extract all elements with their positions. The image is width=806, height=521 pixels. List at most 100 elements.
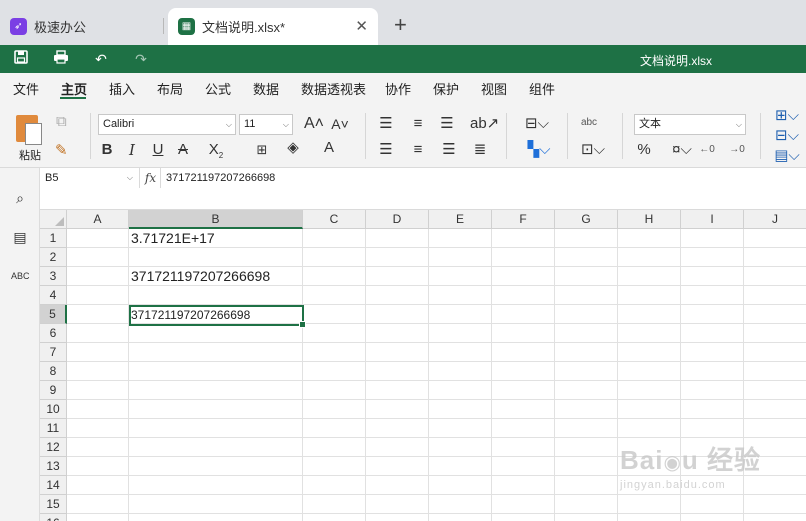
row-header-16[interactable]: 16 xyxy=(40,514,67,521)
increase-decimal-icon[interactable]: ←0 xyxy=(698,141,716,159)
row-header-12[interactable]: 12 xyxy=(40,438,67,457)
orientation-icon[interactable]: ab↗ xyxy=(470,115,499,133)
align-bottom-icon: ☰ xyxy=(440,115,454,132)
menu-insert[interactable]: 插入 xyxy=(109,79,135,98)
justify-icon[interactable]: ≣ xyxy=(471,141,489,159)
row-header-4[interactable]: 4 xyxy=(40,286,67,305)
delete-cells-icon[interactable]: ⊟⌵ xyxy=(774,127,800,145)
column-header-a[interactable]: A xyxy=(67,210,129,229)
row-header-14[interactable]: 14 xyxy=(40,476,67,495)
percent-icon[interactable]: % xyxy=(636,141,652,159)
column-header-i[interactable]: I xyxy=(681,210,744,229)
font-name-select[interactable]: Calibri ⌵ xyxy=(98,114,236,135)
grid-line xyxy=(67,418,806,419)
subscript-icon[interactable]: X2 xyxy=(203,141,229,160)
document-title: 文档说明.xlsx xyxy=(640,54,713,68)
grid-line xyxy=(128,229,129,521)
menu-home[interactable]: 主页 xyxy=(61,79,87,98)
tab-home[interactable]: ➶ 极速办公 xyxy=(0,8,163,45)
close-icon[interactable]: ✕ xyxy=(355,17,368,35)
text-case-icon[interactable]: abc xyxy=(578,114,600,132)
merge-cells-icon[interactable]: ▚⌵ xyxy=(524,141,554,159)
grid-line xyxy=(302,229,303,521)
align-top-icon[interactable]: ☰ xyxy=(377,115,395,133)
menu-layout[interactable]: 布局 xyxy=(157,79,183,98)
rocket-icon: ➶ xyxy=(10,18,27,35)
column-header-b[interactable]: B xyxy=(129,210,303,229)
save-icon[interactable] xyxy=(12,50,30,68)
font-size-select[interactable]: 11 ⌵ xyxy=(239,114,293,135)
row-header-13[interactable]: 13 xyxy=(40,457,67,476)
row-header-1[interactable]: 1 xyxy=(40,229,67,248)
format-cells-icon[interactable]: ▤⌵ xyxy=(774,147,800,165)
undo-icon[interactable]: ↶ xyxy=(92,50,110,68)
cell-b3[interactable]: 371721197207266698 xyxy=(131,268,270,284)
function-icon[interactable]: fx xyxy=(141,168,161,188)
row-header-11[interactable]: 11 xyxy=(40,419,67,438)
row-header-15[interactable]: 15 xyxy=(40,495,67,514)
menu-plugins[interactable]: 组件 xyxy=(529,79,555,98)
column-header-h[interactable]: H xyxy=(618,210,681,229)
spellcheck-icon[interactable]: ABC xyxy=(11,267,30,285)
column-header-j[interactable]: J xyxy=(744,210,806,229)
new-tab-icon[interactable]: + xyxy=(394,12,407,38)
menu-view[interactable]: 视图 xyxy=(481,79,507,98)
align-middle-icon[interactable]: ≡ xyxy=(409,115,427,133)
align-left-icon[interactable]: ☰ xyxy=(377,141,395,159)
underline-icon[interactable]: U xyxy=(151,141,165,159)
column-header-e[interactable]: E xyxy=(429,210,492,229)
tab-separator xyxy=(163,18,164,34)
column-header-g[interactable]: G xyxy=(555,210,618,229)
active-cell-border[interactable] xyxy=(129,305,306,328)
grid-line xyxy=(67,247,806,248)
menu-data[interactable]: 数据 xyxy=(253,79,279,98)
number-format-select[interactable]: 文本 ⌵ xyxy=(634,114,746,135)
bold-icon[interactable]: B xyxy=(100,141,114,159)
menu-pivot-table[interactable]: 数据透视表 xyxy=(301,79,366,98)
row-header-5[interactable]: 5 xyxy=(40,305,67,324)
insert-cells-icon[interactable]: ⊞⌵ xyxy=(774,107,800,125)
left-sidebar: ⌕ ▤ ABC xyxy=(0,168,40,521)
comment-icon[interactable]: ▤ xyxy=(11,228,29,246)
row-header-2[interactable]: 2 xyxy=(40,248,67,267)
menu-file[interactable]: 文件 xyxy=(13,79,39,98)
tab-document[interactable]: ▦ 文档说明.xlsx* ✕ xyxy=(168,8,378,45)
row-header-8[interactable]: 8 xyxy=(40,362,67,381)
column-header-f[interactable]: F xyxy=(492,210,555,229)
row-header-9[interactable]: 9 xyxy=(40,381,67,400)
menu-collaborate[interactable]: 协作 xyxy=(385,79,411,98)
font-color-icon[interactable]: A xyxy=(322,139,336,157)
row-header-3[interactable]: 3 xyxy=(40,267,67,286)
grid-line xyxy=(428,229,429,521)
fill-color-icon[interactable]: ◈ xyxy=(285,139,301,157)
strikethrough-icon[interactable]: A xyxy=(176,141,190,159)
align-center-icon[interactable]: ≡ xyxy=(409,141,427,159)
conditional-format-icon[interactable]: ⊡⌵ xyxy=(578,141,608,159)
row-header-10[interactable]: 10 xyxy=(40,400,67,419)
column-header-c[interactable]: C xyxy=(303,210,366,229)
decrease-decimal-icon[interactable]: →0 xyxy=(728,141,746,159)
menu-formula[interactable]: 公式 xyxy=(205,79,231,98)
italic-icon[interactable]: I xyxy=(125,141,139,159)
print-icon[interactable] xyxy=(52,50,70,68)
increase-font-icon[interactable]: A˄ xyxy=(304,115,324,133)
decrease-font-icon[interactable]: A˅ xyxy=(330,115,350,133)
column-header-d[interactable]: D xyxy=(366,210,429,229)
format-painter-icon[interactable]: ✎ xyxy=(55,142,68,160)
wrap-text-icon[interactable]: ⊟⌵ xyxy=(522,115,552,133)
row-header-6[interactable]: 6 xyxy=(40,324,67,343)
formula-input[interactable]: 371721197207266698 xyxy=(166,168,275,188)
menu-protect[interactable]: 保护 xyxy=(433,79,459,98)
redo-icon[interactable]: ↷ xyxy=(132,50,150,68)
paste-button[interactable] xyxy=(13,111,45,145)
search-icon[interactable]: ⌕ xyxy=(11,189,29,207)
tab-label: 极速办公 xyxy=(34,20,87,35)
select-all-button[interactable] xyxy=(40,210,67,229)
name-box[interactable]: B5 ⌵ xyxy=(40,168,140,188)
cell-b1[interactable]: 3.71721E+17 xyxy=(131,230,215,246)
borders-icon[interactable]: ⊞ xyxy=(250,141,274,159)
currency-icon[interactable]: ¤⌵ xyxy=(668,141,696,159)
align-right-icon[interactable]: ☰ xyxy=(440,141,458,159)
copy-icon[interactable]: ⧉ xyxy=(56,113,67,131)
row-header-7[interactable]: 7 xyxy=(40,343,67,362)
